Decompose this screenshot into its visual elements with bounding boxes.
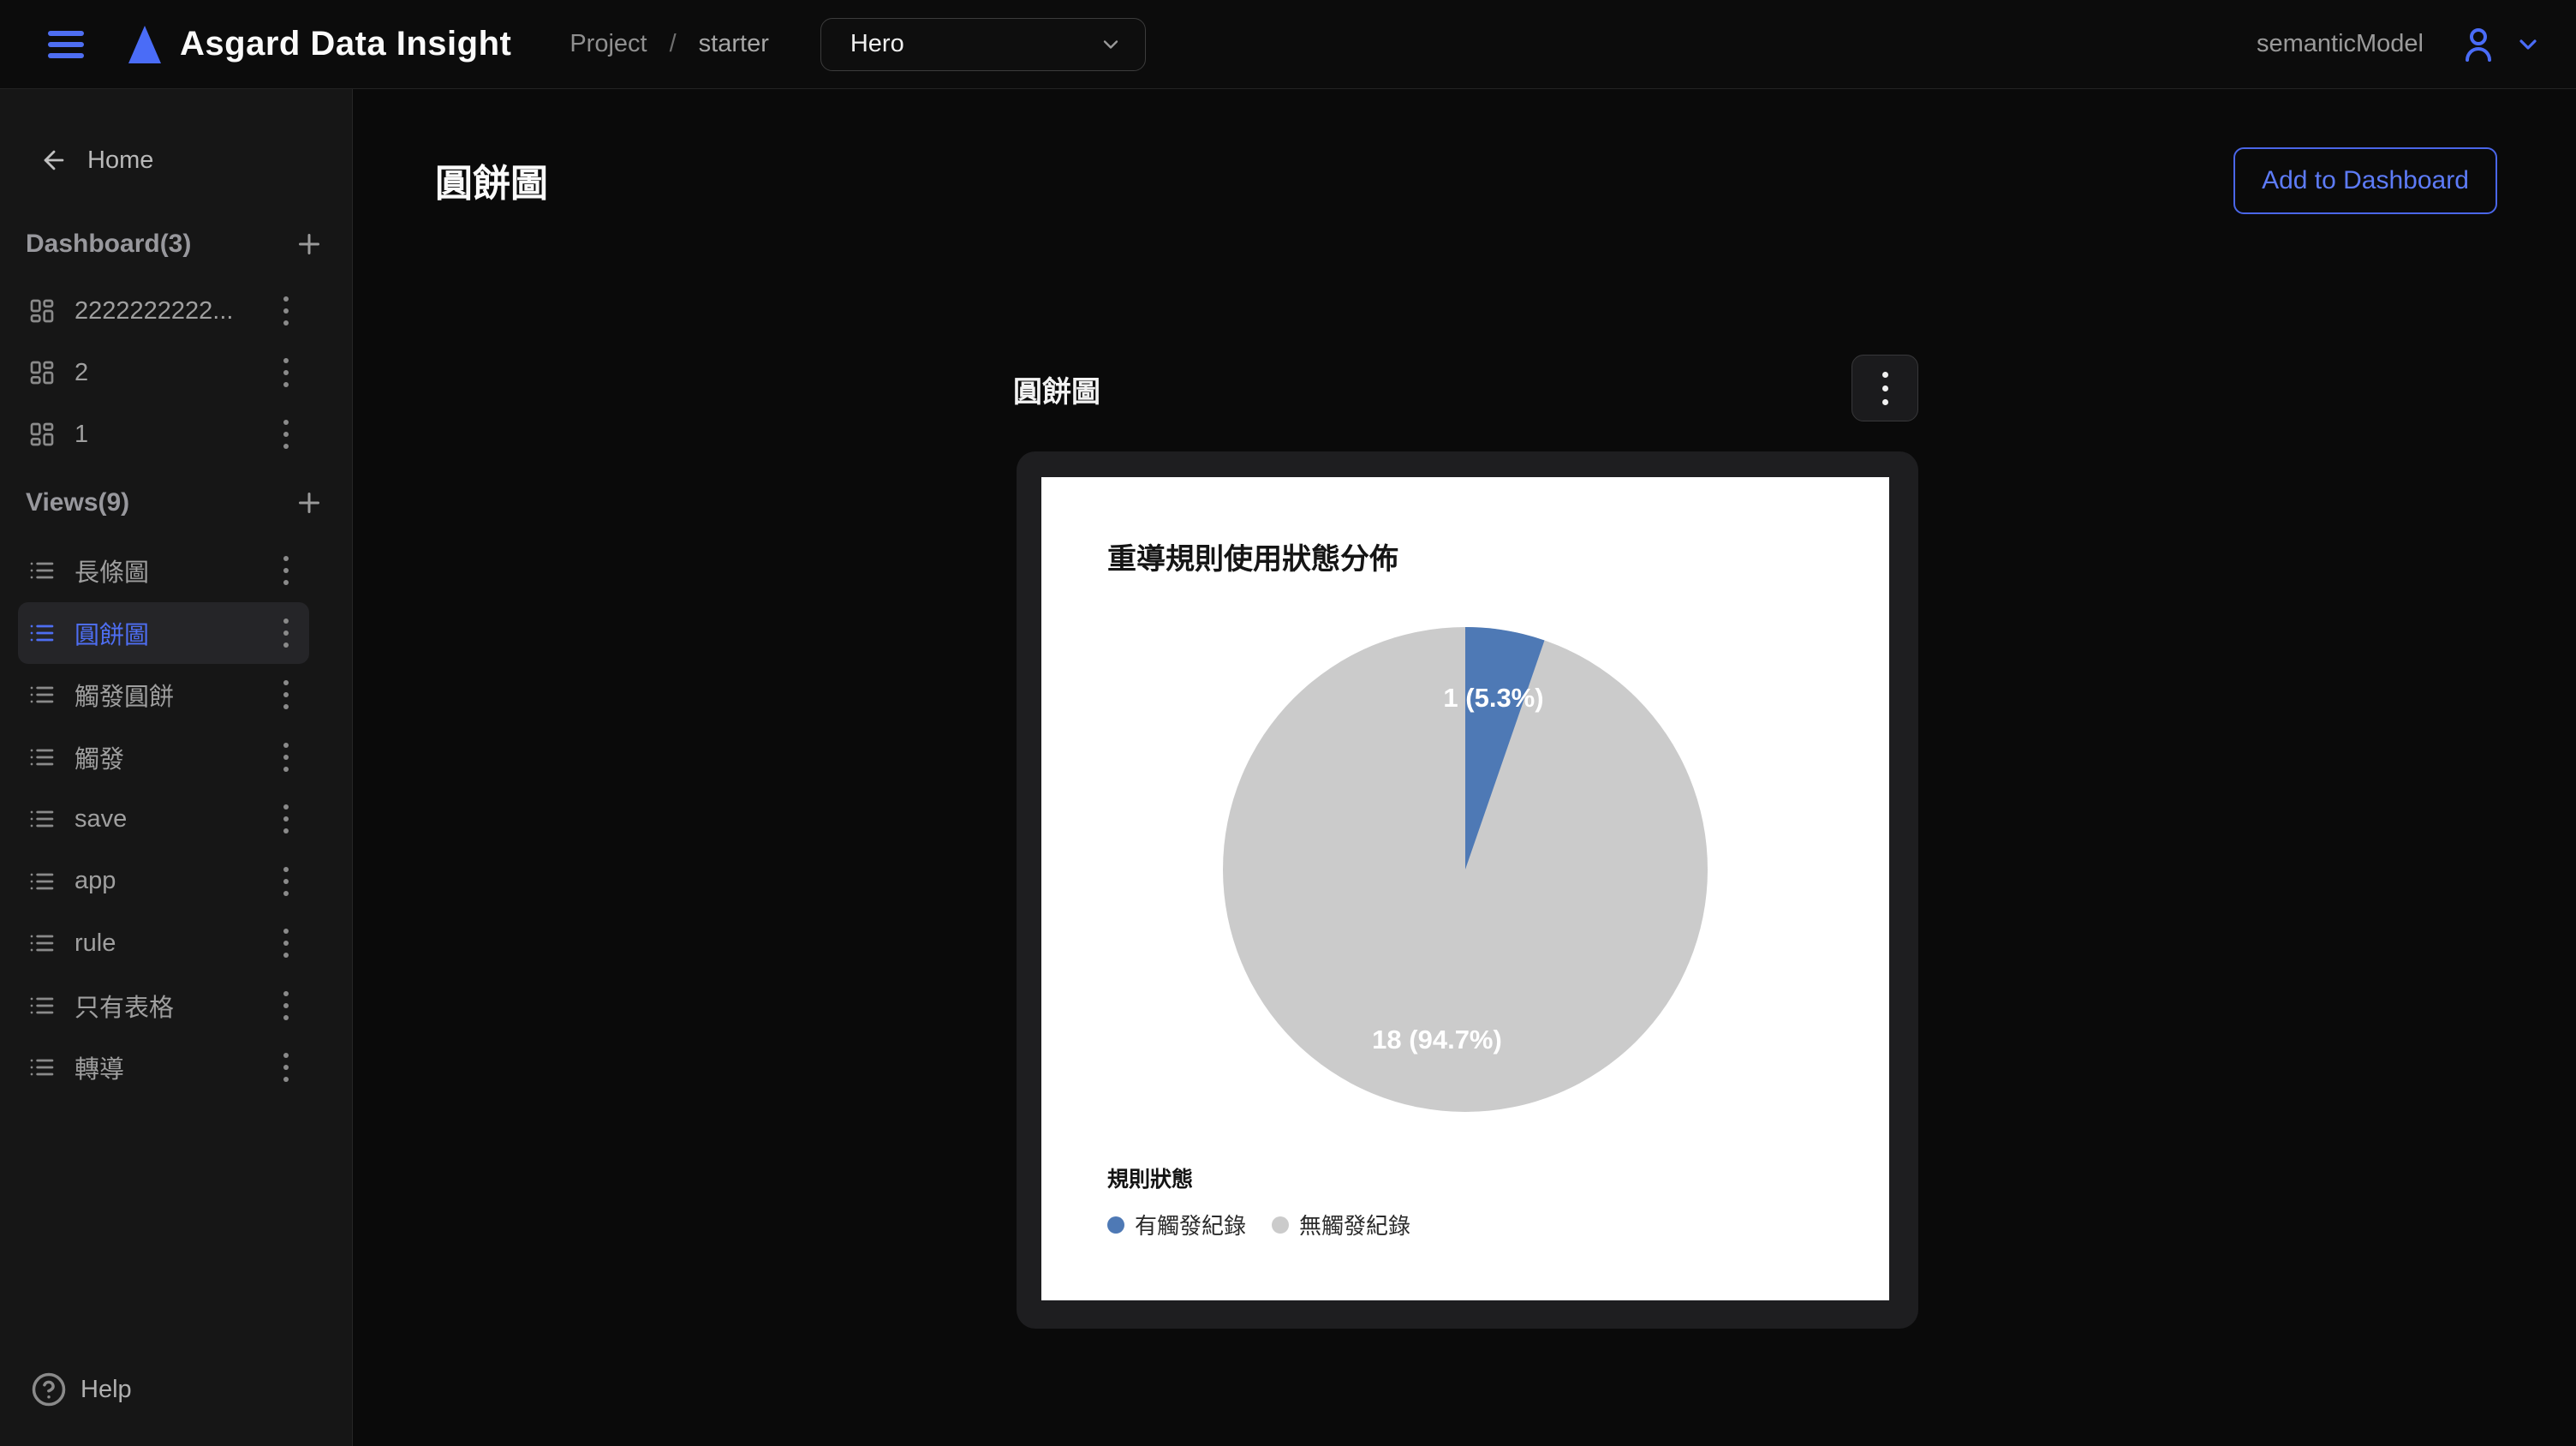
sidebar-item-label: rule bbox=[75, 929, 275, 958]
item-kebab-menu[interactable] bbox=[275, 672, 297, 718]
breadcrumb: Project / starter bbox=[569, 30, 769, 58]
sidebar-item-view[interactable]: 圓餅圖 bbox=[18, 602, 309, 665]
legend-dot bbox=[1272, 1216, 1289, 1234]
sidebar-item-view[interactable]: 觸發 bbox=[18, 726, 309, 789]
legend-item: 有觸發紀錄 bbox=[1107, 1209, 1246, 1240]
legend-dot bbox=[1107, 1216, 1124, 1234]
dashboard-grid-icon bbox=[28, 359, 56, 386]
sidebar-item-label: 只有表格 bbox=[75, 988, 275, 1024]
env-select-dropdown[interactable]: Hero bbox=[820, 18, 1146, 71]
app-title: Asgard Data Insight bbox=[180, 25, 511, 63]
sidebar-item-label: 2 bbox=[75, 359, 275, 387]
list-icon bbox=[28, 992, 56, 1019]
help-circle-icon bbox=[31, 1371, 67, 1407]
help-button[interactable]: Help bbox=[31, 1371, 132, 1407]
legend-item: 無觸發紀錄 bbox=[1272, 1209, 1410, 1240]
chevron-down-icon bbox=[1099, 33, 1123, 57]
list-icon bbox=[28, 619, 56, 647]
item-kebab-menu[interactable] bbox=[275, 858, 297, 905]
item-kebab-menu[interactable] bbox=[275, 547, 297, 594]
user-menu-chevron-down-icon bbox=[2514, 31, 2542, 58]
add-to-dashboard-button[interactable]: Add to Dashboard bbox=[2233, 147, 2497, 214]
sidebar-item-view[interactable]: app bbox=[18, 851, 309, 913]
dashboard-grid-icon bbox=[28, 297, 56, 325]
sidebar-item-label: save bbox=[75, 805, 275, 834]
item-kebab-menu[interactable] bbox=[275, 920, 297, 966]
chart-card-title: 圓餅圖 bbox=[1013, 368, 1100, 410]
sidebar-item-label: 觸發圓餅 bbox=[75, 677, 275, 713]
add-dashboard-plus-icon[interactable] bbox=[292, 227, 326, 261]
chart-card: 重導規則使用狀態分佈 1 (5.3%) 18 (94.7%) 規則狀態 有觸發紀… bbox=[1017, 451, 1918, 1329]
sidebar-item-view[interactable]: 只有表格 bbox=[18, 975, 309, 1037]
sidebar-item-label: 2222222222... bbox=[75, 297, 275, 326]
env-select-value: Hero bbox=[850, 30, 1099, 58]
pie-data-label-gray: 18 (94.7%) bbox=[1372, 1025, 1502, 1055]
sidebar-item-label: 長條圖 bbox=[75, 553, 275, 589]
list-icon bbox=[28, 744, 56, 771]
breadcrumb-project[interactable]: Project bbox=[569, 30, 647, 58]
dashboard-section-title: Dashboard(3) bbox=[26, 230, 191, 259]
item-kebab-menu[interactable] bbox=[275, 288, 297, 334]
views-section-title: Views(9) bbox=[26, 488, 129, 517]
sidebar-home-button[interactable]: Home bbox=[39, 143, 153, 177]
legend-label: 有觸發紀錄 bbox=[1135, 1209, 1246, 1240]
pie-data-label-blue: 1 (5.3%) bbox=[1443, 683, 1543, 714]
sidebar-item-label: 1 bbox=[75, 421, 275, 449]
item-kebab-menu[interactable] bbox=[275, 350, 297, 396]
header-right: semanticModel bbox=[2257, 24, 2576, 65]
list-icon bbox=[28, 929, 56, 957]
main-content: 圓餅圖 Add to Dashboard 圓餅圖 重導規則使用狀態分佈 1 (5… bbox=[354, 89, 2576, 1446]
list-icon bbox=[28, 1054, 56, 1081]
sidebar-item-label: 觸發 bbox=[75, 739, 275, 775]
sidebar-item-label: app bbox=[75, 867, 275, 895]
breadcrumb-project-name[interactable]: starter bbox=[699, 30, 769, 58]
back-arrow-icon bbox=[39, 146, 69, 175]
sidebar-item-view[interactable]: save bbox=[18, 788, 309, 851]
breadcrumb-separator: / bbox=[670, 30, 677, 58]
item-kebab-menu[interactable] bbox=[275, 1044, 297, 1090]
list-icon bbox=[28, 681, 56, 708]
item-kebab-menu[interactable] bbox=[275, 411, 297, 457]
semantic-model-label: semanticModel bbox=[2257, 30, 2424, 58]
list-icon bbox=[28, 868, 56, 895]
sidebar-item-view[interactable]: rule bbox=[18, 912, 309, 975]
app-logo-icon bbox=[128, 26, 161, 63]
legend-title: 規則狀態 bbox=[1107, 1162, 1410, 1193]
item-kebab-menu[interactable] bbox=[275, 610, 297, 656]
user-menu[interactable] bbox=[2458, 24, 2542, 65]
sidebar: Home Dashboard(3) 2222222222... 2 1 bbox=[0, 89, 353, 1446]
user-icon bbox=[2458, 24, 2499, 65]
sidebar-item-dashboard[interactable]: 2 bbox=[18, 342, 309, 403]
item-kebab-menu[interactable] bbox=[275, 734, 297, 780]
chart-legend: 規則狀態 有觸發紀錄 無觸發紀錄 bbox=[1107, 1162, 1410, 1240]
legend-label: 無觸發紀錄 bbox=[1299, 1209, 1410, 1240]
add-view-plus-icon[interactable] bbox=[292, 486, 326, 520]
item-kebab-menu[interactable] bbox=[275, 796, 297, 842]
chart-card-kebab-menu[interactable] bbox=[1852, 355, 1918, 421]
sidebar-home-label: Home bbox=[87, 146, 153, 175]
sidebar-item-view[interactable]: 轉導 bbox=[18, 1037, 309, 1099]
sidebar-item-dashboard[interactable]: 2222222222... bbox=[18, 280, 309, 342]
list-icon bbox=[28, 805, 56, 833]
sidebar-item-label: 圓餅圖 bbox=[75, 615, 275, 651]
dashboard-grid-icon bbox=[28, 421, 56, 448]
sidebar-item-label: 轉導 bbox=[75, 1049, 275, 1085]
sidebar-item-view[interactable]: 長條圖 bbox=[18, 540, 309, 602]
sidebar-item-view[interactable]: 觸發圓餅 bbox=[18, 664, 309, 726]
chart-panel: 重導規則使用狀態分佈 1 (5.3%) 18 (94.7%) 規則狀態 有觸發紀… bbox=[1041, 477, 1889, 1300]
sidebar-item-dashboard[interactable]: 1 bbox=[18, 403, 309, 465]
hamburger-menu-icon[interactable] bbox=[48, 25, 84, 64]
item-kebab-menu[interactable] bbox=[275, 983, 297, 1029]
list-icon bbox=[28, 557, 56, 584]
top-nav: Asgard Data Insight Project / starter He… bbox=[0, 0, 2576, 89]
page-title: 圓餅圖 bbox=[435, 152, 548, 207]
help-label: Help bbox=[80, 1376, 132, 1404]
